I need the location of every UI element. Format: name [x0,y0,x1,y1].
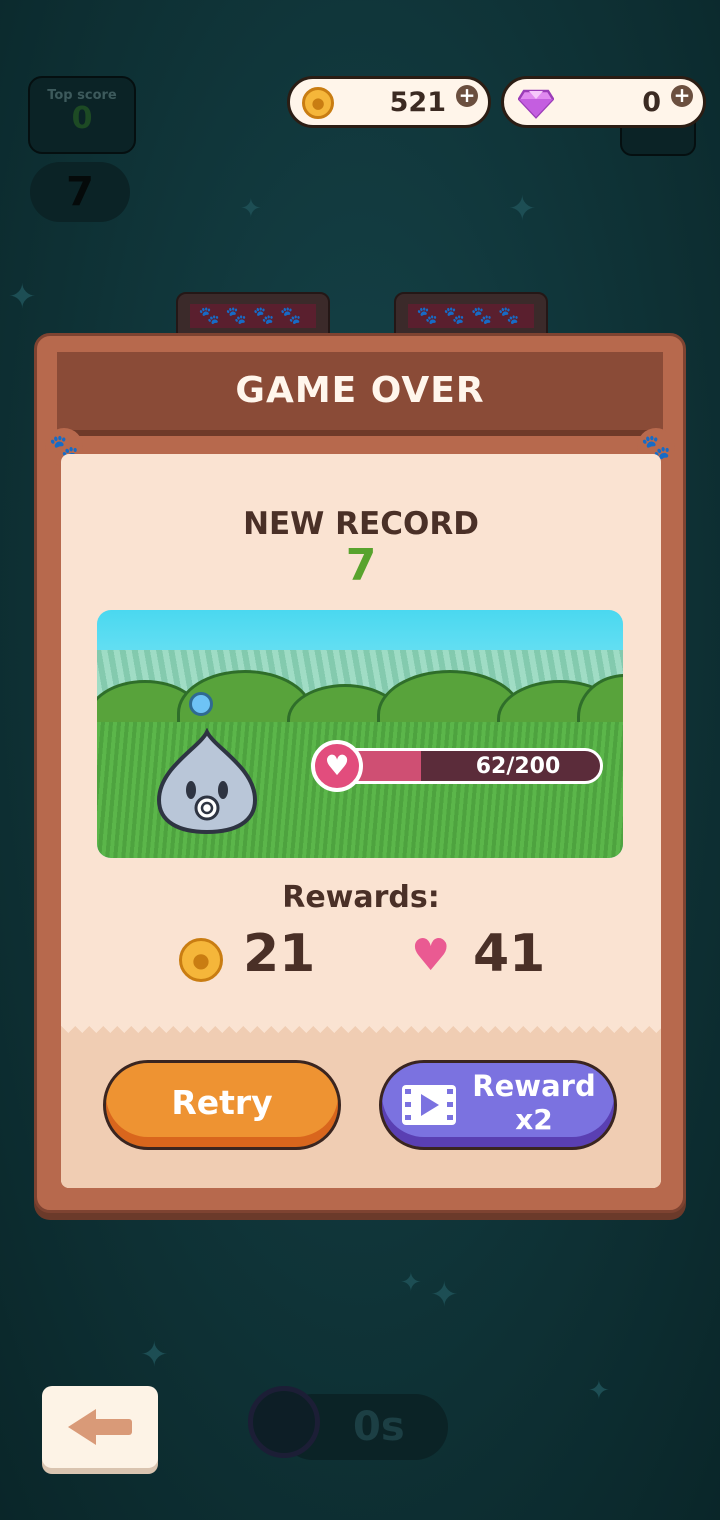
reward-hearts-value: 41 [473,924,546,984]
gem-icon [518,89,554,119]
coin-counter[interactable]: ● 521 + [287,76,491,128]
pet-scene: 62/200 ♥ [97,610,623,858]
new-record-value: 7 [345,540,377,591]
sparkle-icon: ✦ [140,1335,169,1375]
top-score-panel: Top score 0 [28,76,136,154]
sparkle-icon: ✦ [588,1376,610,1406]
rewards-label: Rewards: [282,880,440,915]
coin-count: 521 [389,87,446,118]
back-arrow-icon [68,1409,132,1445]
sparkle-icon: ✦ [240,194,262,224]
bubble-icon [189,692,213,716]
back-button[interactable] [42,1386,158,1468]
paw-coin-icon: ● [302,87,334,119]
paw-coin-icon: ● [179,938,223,982]
heart-icon: ♥ [311,740,363,792]
reward-button-label: Reward [472,1069,596,1103]
retry-button-label: Retry [171,1083,273,1122]
reward-x2-button[interactable]: Reward x2 [379,1060,617,1150]
reward-button-multiplier: x2 [515,1103,553,1136]
dialog-body: NEW RECORD 7 62/200 ♥ Rewards: ● 21 ♥ 41… [61,454,661,1188]
add-gems-button[interactable]: + [671,85,693,107]
new-record-label: NEW RECORD [243,506,479,542]
sparkle-icon: ✦ [400,1268,422,1298]
pet-love-bar: 62/200 [337,748,603,784]
reward-coins-value: 21 [243,924,316,984]
sparkle-icon: ✦ [430,1275,459,1315]
current-score: 7 [30,162,130,222]
dialog-title: GAME OVER [235,370,485,411]
add-coins-button[interactable]: + [456,85,478,107]
top-score-value: 0 [71,101,93,136]
retry-button[interactable]: Retry [103,1060,341,1150]
dialog-title-bar: GAME OVER [57,352,663,436]
pet-character [156,728,258,834]
gem-count: 0 [642,87,661,118]
pet-love-bar-text: 62/200 [475,754,561,779]
sparkle-icon: ✦ [8,277,37,317]
heart-icon: ♥ [411,930,451,981]
timer-value: 0s [353,1404,405,1450]
game-over-dialog: GAME OVER 🐾 🐾 NEW RECORD 7 62/200 ♥ Rewa… [34,333,686,1213]
gem-counter[interactable]: 0 + [501,76,706,128]
stopwatch-icon [248,1386,320,1458]
sparkle-icon: ✦ [508,189,537,229]
video-icon [402,1085,456,1125]
